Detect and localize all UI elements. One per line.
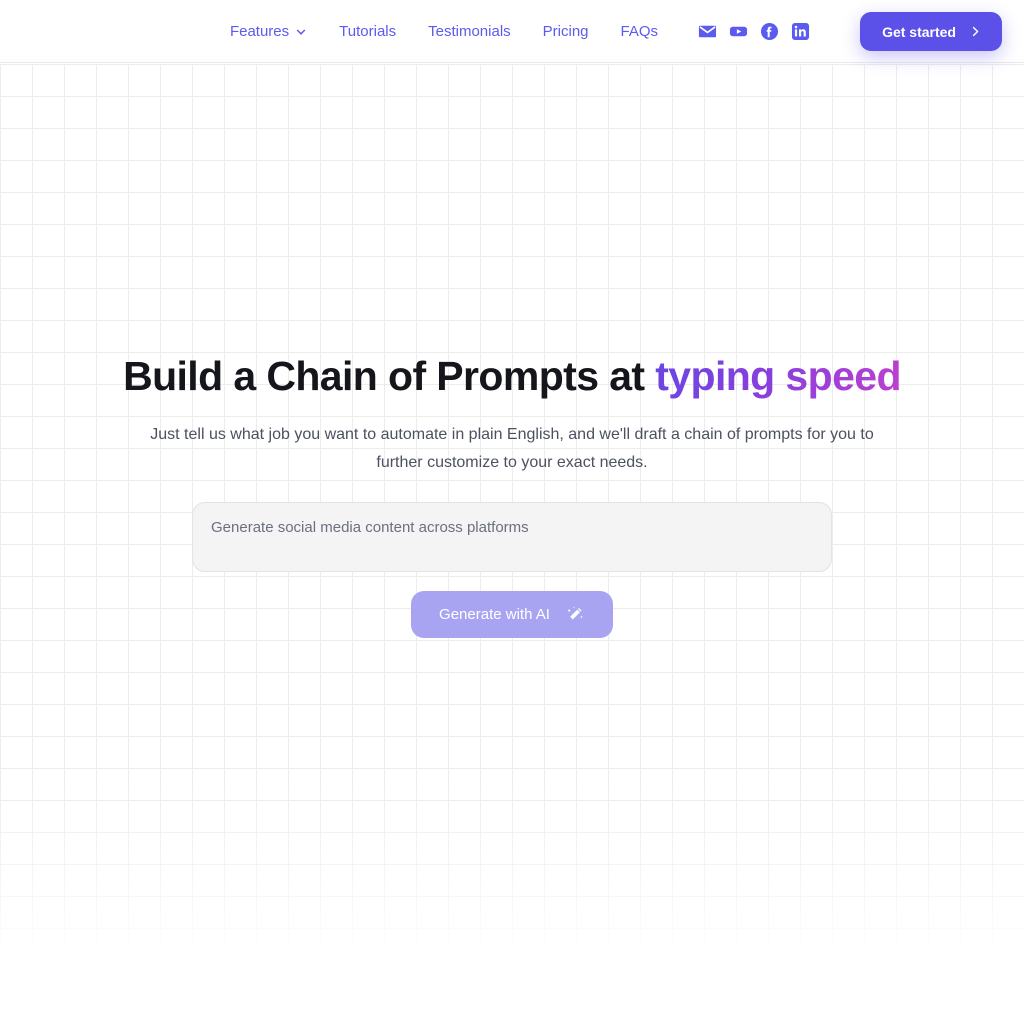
hero-subtitle: Just tell us what job you want to automa… <box>150 426 874 472</box>
nav-item-pricing-label: Pricing <box>542 22 589 40</box>
chevron-right-icon <box>969 25 982 38</box>
page-title-main: Build a Chain of Prompts at <box>123 353 656 399</box>
social-links <box>698 22 810 41</box>
facebook-icon[interactable] <box>760 22 779 41</box>
nav-item-features[interactable]: Features <box>214 24 323 39</box>
linkedin-icon[interactable] <box>791 22 810 41</box>
prompt-form <box>192 502 832 577</box>
youtube-icon[interactable] <box>729 22 748 41</box>
page-title-accent: typing speed <box>655 353 901 399</box>
nav-item-faqs-label: FAQs <box>620 22 659 40</box>
nav-item-features-label: Features <box>229 22 290 40</box>
prompt-input[interactable] <box>192 502 832 573</box>
email-icon[interactable] <box>698 22 717 41</box>
nav-item-tutorials-label: Tutorials <box>339 22 397 40</box>
get-started-label: Get started <box>882 23 956 40</box>
generate-with-ai-label: Generate with AI <box>439 606 550 624</box>
main-nav: Features Tutorials Testimonials Pricing … <box>214 22 810 41</box>
nav-item-testimonials-label: Testimonials <box>428 22 511 40</box>
nav-item-testimonials[interactable]: Testimonials <box>412 24 527 39</box>
nav-item-tutorials[interactable]: Tutorials <box>323 24 412 39</box>
magic-wand-icon <box>566 605 585 624</box>
page-title: Build a Chain of Prompts at typing speed <box>123 352 901 400</box>
get-started-button[interactable]: Get started <box>860 12 1002 51</box>
landing-page: Features Tutorials Testimonials Pricing … <box>0 0 1024 1024</box>
generate-with-ai-button[interactable]: Generate with AI <box>411 591 613 639</box>
hero-section: Build a Chain of Prompts at typing speed… <box>0 64 1024 639</box>
site-header: Features Tutorials Testimonials Pricing … <box>0 0 1024 63</box>
nav-item-pricing[interactable]: Pricing <box>527 24 605 39</box>
chevron-down-icon <box>295 26 307 38</box>
nav-item-faqs[interactable]: FAQs <box>605 24 675 39</box>
